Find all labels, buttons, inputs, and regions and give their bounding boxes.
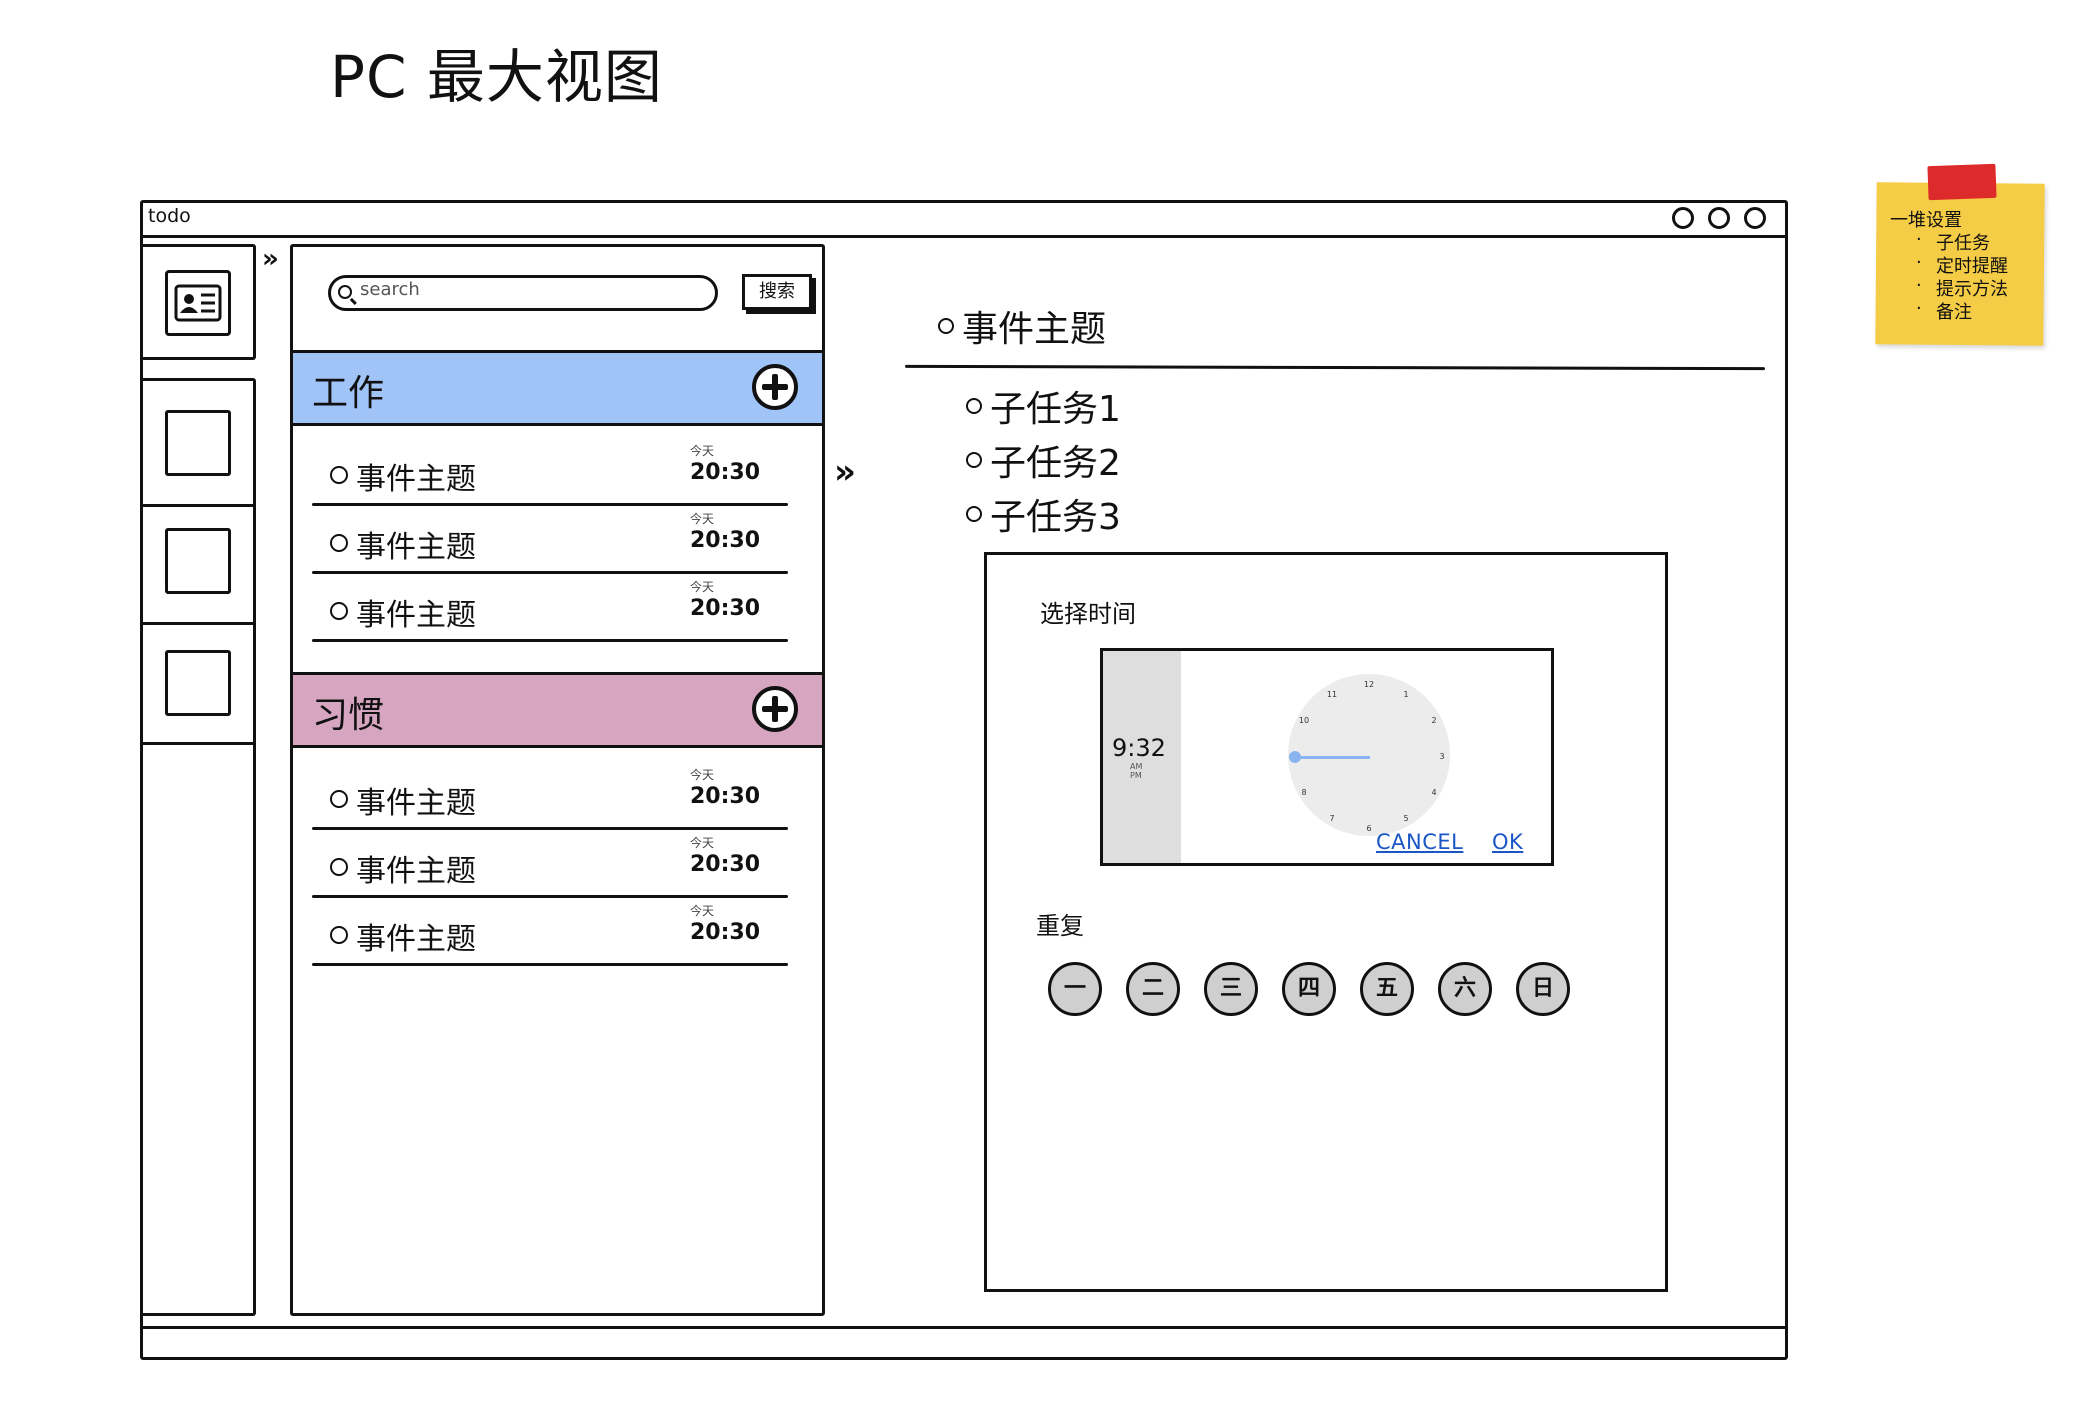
task-checkbox-icon[interactable] <box>330 858 348 876</box>
nav-rail-divider <box>143 504 255 507</box>
clock-hand-handle[interactable] <box>1289 751 1301 763</box>
day-toggle-thu[interactable]: 四 <box>1282 962 1336 1016</box>
window-title: todo <box>148 205 191 227</box>
window-titlebar <box>140 200 1788 238</box>
task-item[interactable]: 事件主题 今天 20:30 <box>312 902 790 966</box>
task-item[interactable]: 事件主题 今天 20:30 <box>312 510 790 574</box>
repeat-label: 重复 <box>1036 912 1084 940</box>
task-checkbox-icon[interactable] <box>330 466 348 484</box>
am-label[interactable]: AM <box>1130 762 1142 771</box>
nav-item-1[interactable] <box>165 410 231 476</box>
task-title: 事件主题 <box>356 854 476 889</box>
subtask-checkbox-icon[interactable] <box>966 452 982 468</box>
contact-card-icon[interactable] <box>165 270 231 336</box>
task-divider <box>312 895 788 898</box>
nav-rail <box>140 378 256 1316</box>
task-divider <box>312 963 788 966</box>
task-divider <box>312 639 788 642</box>
task-title: 事件主题 <box>356 598 476 633</box>
ok-button[interactable]: OK <box>1492 830 1523 854</box>
detail-title: 事件主题 <box>962 309 1107 350</box>
task-divider <box>312 827 788 830</box>
clock-number[interactable]: 6 <box>1363 824 1375 833</box>
day-toggle-wed[interactable]: 三 <box>1204 962 1258 1016</box>
subtask-item: 子任务3 <box>990 497 1121 538</box>
clock-number[interactable]: 8 <box>1298 788 1310 797</box>
task-time: 20:30 <box>690 596 761 621</box>
add-task-plus-icon[interactable] <box>752 686 798 732</box>
am-pm-toggle[interactable]: AM PM <box>1130 762 1142 780</box>
clock-number[interactable]: 1 <box>1400 690 1412 699</box>
task-time: 20:30 <box>690 852 761 877</box>
clock-number[interactable]: 2 <box>1428 716 1440 725</box>
day-toggle-sun[interactable]: 日 <box>1516 962 1570 1016</box>
sticky-note-item: 备注 <box>1916 298 1972 324</box>
task-day: 今天 <box>690 580 715 594</box>
task-item[interactable]: 事件主题 今天 20:30 <box>312 766 790 830</box>
clock-number[interactable]: 5 <box>1400 814 1412 823</box>
day-toggle-fri[interactable]: 五 <box>1360 962 1414 1016</box>
window-minimize-button[interactable] <box>1672 207 1694 229</box>
search-button[interactable]: 搜索 <box>742 274 812 310</box>
cancel-button[interactable]: CANCEL <box>1376 830 1463 854</box>
group-title: 习惯 <box>312 695 385 736</box>
task-divider <box>312 503 788 506</box>
task-divider <box>312 571 788 574</box>
window-maximize-button[interactable] <box>1708 207 1730 229</box>
task-time: 20:30 <box>690 784 761 809</box>
task-checkbox-icon[interactable] <box>330 790 348 808</box>
task-checkbox-icon[interactable] <box>330 534 348 552</box>
nav-item-3[interactable] <box>165 650 231 716</box>
task-checkbox-icon[interactable] <box>330 926 348 944</box>
task-time: 20:30 <box>690 460 761 485</box>
task-item[interactable]: 事件主题 今天 20:30 <box>312 578 790 642</box>
task-time: 20:30 <box>690 920 761 945</box>
task-checkbox-icon[interactable] <box>330 602 348 620</box>
task-title: 事件主题 <box>356 786 476 821</box>
status-bar-divider <box>140 1326 1788 1329</box>
task-time: 20:30 <box>690 528 761 553</box>
sticky-tape <box>1927 163 1997 201</box>
day-toggle-tue[interactable]: 二 <box>1126 962 1180 1016</box>
expand-rail-chevron-icon[interactable]: » <box>262 244 279 274</box>
clock-number[interactable]: 12 <box>1363 680 1375 689</box>
task-day: 今天 <box>690 836 715 850</box>
nav-rail-divider <box>143 622 255 625</box>
nav-rail-divider <box>143 742 255 745</box>
clock-number[interactable]: 3 <box>1436 752 1448 761</box>
day-toggle-sat[interactable]: 六 <box>1438 962 1492 1016</box>
time-display[interactable]: 9:32 <box>1112 734 1166 762</box>
window-close-button[interactable] <box>1744 207 1766 229</box>
clock-number[interactable]: 10 <box>1298 716 1310 725</box>
pm-label[interactable]: PM <box>1130 771 1142 780</box>
expand-detail-chevron-icon[interactable]: » <box>834 452 856 492</box>
subtask-checkbox-icon[interactable] <box>966 398 982 414</box>
add-task-plus-icon[interactable] <box>752 364 798 410</box>
subtask-item: 子任务2 <box>990 443 1121 484</box>
group-title: 工作 <box>312 373 385 414</box>
task-item[interactable]: 事件主题 今天 20:30 <box>312 442 790 506</box>
task-title: 事件主题 <box>356 462 476 497</box>
search-icon <box>338 285 352 299</box>
task-day: 今天 <box>690 512 715 526</box>
task-day: 今天 <box>690 904 715 918</box>
page-title: PC 最大视图 <box>330 43 663 111</box>
search-placeholder: search <box>360 279 420 300</box>
task-title: 事件主题 <box>356 530 476 565</box>
task-day: 今天 <box>690 444 715 458</box>
subtask-item: 子任务1 <box>990 389 1121 430</box>
subtask-checkbox-icon[interactable] <box>966 506 982 522</box>
nav-item-2[interactable] <box>165 528 231 594</box>
clock-hand[interactable] <box>1296 756 1370 759</box>
clock-face[interactable]: 12 1 2 3 4 5 6 7 8 9 10 11 <box>1288 674 1450 836</box>
task-day: 今天 <box>690 768 715 782</box>
clock-number[interactable]: 11 <box>1326 690 1338 699</box>
day-toggle-mon[interactable]: 一 <box>1048 962 1102 1016</box>
task-title: 事件主题 <box>356 922 476 957</box>
clock-number[interactable]: 7 <box>1326 814 1338 823</box>
task-checkbox-icon[interactable] <box>938 318 954 334</box>
task-item[interactable]: 事件主题 今天 20:30 <box>312 834 790 898</box>
select-time-label: 选择时间 <box>1040 600 1136 628</box>
clock-number[interactable]: 4 <box>1428 788 1440 797</box>
